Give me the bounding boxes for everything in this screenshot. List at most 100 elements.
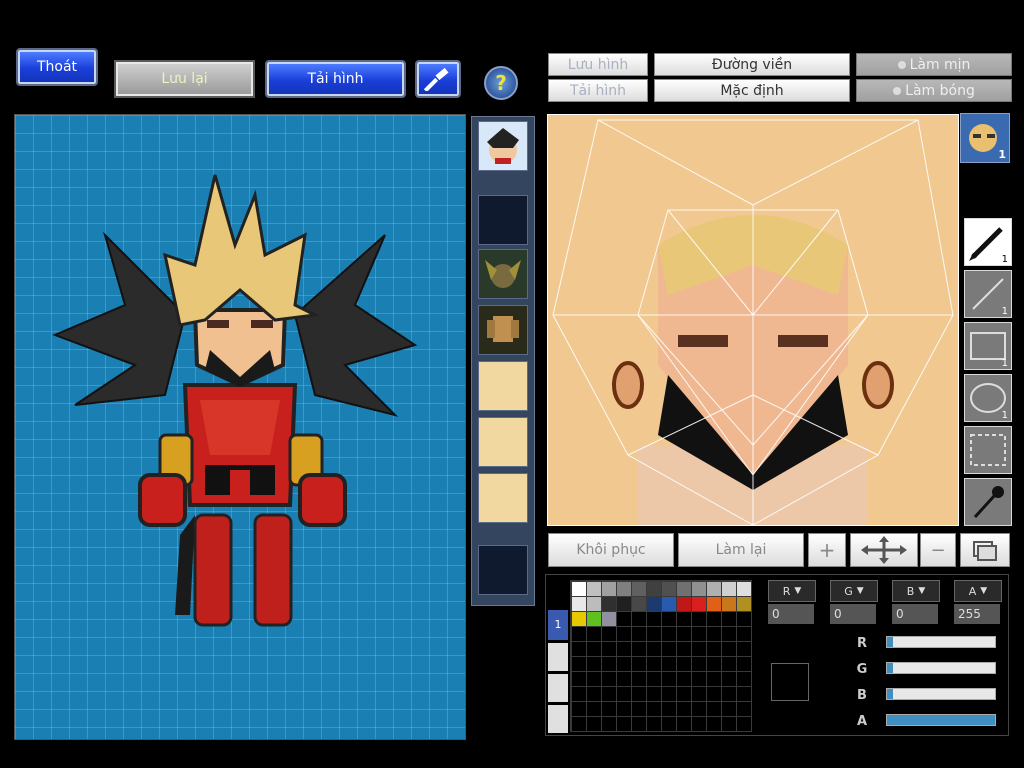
rectangle-count: 1: [1001, 358, 1008, 369]
default-button[interactable]: Mặc định: [654, 79, 850, 102]
palette-tabs: 1: [548, 610, 568, 734]
radio-icon: [893, 86, 902, 95]
color-swatch[interactable]: [737, 582, 751, 596]
color-swatch[interactable]: [692, 582, 706, 596]
color-swatch[interactable]: [677, 597, 691, 611]
reload-button[interactable]: Tải hình: [265, 60, 406, 98]
g-slider[interactable]: [886, 662, 996, 674]
redo-button[interactable]: Làm lại: [678, 533, 804, 567]
color-swatch[interactable]: [617, 597, 631, 611]
color-swatch[interactable]: [707, 582, 721, 596]
exit-button[interactable]: Thoát: [16, 48, 98, 86]
palette-tab-2[interactable]: [548, 643, 568, 671]
ellipse-count: 1: [1001, 410, 1008, 421]
channel-g-dropdown[interactable]: G ▼: [830, 580, 878, 602]
line-count: 1: [1001, 306, 1008, 317]
thumb-body[interactable]: [478, 305, 528, 355]
save-button[interactable]: Lưu lại: [114, 60, 255, 98]
wings-thumbnail-icon: [485, 260, 521, 288]
b-slider[interactable]: [886, 688, 996, 700]
shine-label: Làm bóng: [905, 82, 975, 99]
color-swatch[interactable]: [602, 612, 616, 626]
r-slider-fill: [887, 637, 894, 647]
head-thumbnail[interactable]: 1: [960, 113, 1010, 163]
color-swatch[interactable]: [662, 597, 676, 611]
color-swatch[interactable]: [572, 582, 586, 596]
smooth-label: Làm mịn: [909, 56, 971, 73]
body-thumbnail-icon: [487, 316, 519, 342]
palette-tab-1[interactable]: 1: [548, 610, 568, 640]
thumb-face-3[interactable]: [478, 473, 528, 523]
color-swatch[interactable]: [587, 582, 601, 596]
b-value-field[interactable]: 0: [892, 604, 938, 624]
help-button[interactable]: ?: [484, 66, 518, 100]
layer-button[interactable]: [960, 533, 1010, 567]
radio-icon: [897, 60, 906, 69]
b-slider-label: B: [857, 688, 867, 703]
channel-b-dropdown[interactable]: B ▼: [892, 580, 940, 602]
palette-tab-3[interactable]: [548, 674, 568, 702]
r-slider-label: R: [856, 636, 867, 651]
character-model: [52, 174, 418, 627]
load-image-button[interactable]: Tải hình: [548, 79, 648, 102]
a-value-field[interactable]: 255: [954, 604, 1000, 624]
color-swatch[interactable]: [632, 597, 646, 611]
color-swatch[interactable]: [617, 582, 631, 596]
move-button[interactable]: [850, 533, 918, 567]
a-slider[interactable]: [886, 714, 996, 726]
g-value-field[interactable]: 0: [830, 604, 876, 624]
smooth-button[interactable]: Làm mịn: [856, 53, 1012, 76]
hammer-button[interactable]: [415, 60, 461, 98]
color-swatch[interactable]: [572, 597, 586, 611]
rectangle-tool[interactable]: 1: [964, 322, 1012, 370]
thumb-head[interactable]: [478, 121, 528, 171]
color-swatch[interactable]: [692, 597, 706, 611]
restore-button[interactable]: Khôi phục: [548, 533, 674, 567]
pen-count: 1: [1001, 254, 1008, 265]
color-swatch[interactable]: [587, 612, 601, 626]
color-swatch[interactable]: [647, 582, 661, 596]
a-slider-fill: [887, 715, 995, 725]
zoom-out-button[interactable]: −: [920, 533, 956, 567]
eyedropper-tool[interactable]: [964, 478, 1012, 526]
color-swatch[interactable]: [572, 612, 586, 626]
part-selector: [471, 116, 535, 606]
color-swatch[interactable]: [662, 582, 676, 596]
r-value-field[interactable]: 0: [768, 604, 814, 624]
thumb-face-1[interactable]: [478, 361, 528, 411]
thumb-face-2[interactable]: [478, 417, 528, 467]
selection-tool[interactable]: [964, 426, 1012, 474]
color-swatch[interactable]: [722, 597, 736, 611]
color-swatch[interactable]: [602, 582, 616, 596]
outline-button[interactable]: Đường viền: [654, 53, 850, 76]
color-swatch[interactable]: [632, 582, 646, 596]
chevron-down-icon: ▼: [980, 586, 988, 596]
character-preview: [14, 114, 466, 740]
pen-tool[interactable]: 1: [964, 218, 1012, 266]
channel-r-dropdown[interactable]: R ▼: [768, 580, 816, 602]
layer-icon: [973, 541, 997, 561]
color-swatch[interactable]: [737, 597, 751, 611]
b-slider-fill: [887, 689, 894, 699]
save-image-button[interactable]: Lưu hình: [548, 53, 648, 76]
color-swatch[interactable]: [677, 582, 691, 596]
line-tool[interactable]: 1: [964, 270, 1012, 318]
thumb-wings[interactable]: [478, 249, 528, 299]
current-color-preview: [771, 663, 809, 701]
ellipse-tool[interactable]: 1: [964, 374, 1012, 422]
channel-a-dropdown[interactable]: A ▼: [954, 580, 1002, 602]
palette-tab-4[interactable]: [548, 705, 568, 733]
shine-button[interactable]: Làm bóng: [856, 79, 1012, 102]
thumb-empty-2[interactable]: [478, 545, 528, 595]
color-swatch[interactable]: [722, 582, 736, 596]
face-texture-canvas[interactable]: [547, 114, 959, 526]
a-slider-label: A: [856, 714, 868, 729]
thumb-empty[interactable]: [478, 195, 528, 245]
color-swatch[interactable]: [587, 597, 601, 611]
color-swatch[interactable]: [602, 597, 616, 611]
color-swatch[interactable]: [647, 597, 661, 611]
zoom-in-button[interactable]: +: [808, 533, 846, 567]
color-swatch-grid[interactable]: [570, 580, 752, 732]
r-slider[interactable]: [886, 636, 996, 648]
color-swatch[interactable]: [707, 597, 721, 611]
